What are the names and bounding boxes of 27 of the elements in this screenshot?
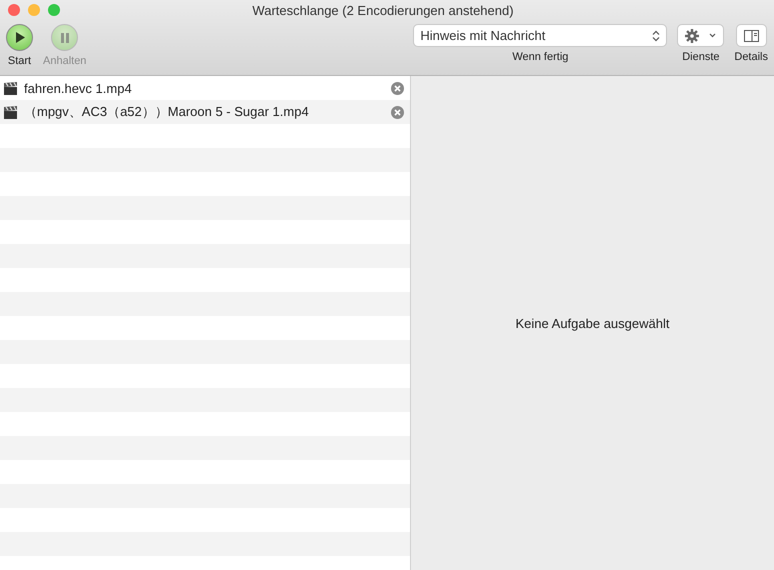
toolbar-label: Start	[8, 55, 32, 67]
chevron-icon	[709, 33, 716, 38]
close-icon	[394, 108, 401, 116]
toolbar-label: Anhalten	[43, 55, 86, 67]
stepper-icon	[652, 30, 660, 42]
start-button[interactable]	[6, 24, 33, 51]
window-title: Warteschlange (2 Encodierungen anstehend)	[252, 2, 515, 18]
services-menu-button[interactable]	[677, 24, 724, 47]
when-done-select[interactable]: Hinweis mit Nachricht	[413, 24, 668, 47]
sidebar-icon	[744, 30, 759, 42]
clapperboard-icon	[3, 82, 18, 94]
zoom-button[interactable]	[48, 4, 60, 16]
clapperboard-icon	[3, 106, 18, 118]
close-icon	[394, 84, 401, 92]
toolbar-label: Dienste	[682, 51, 720, 63]
toolbar-label: Details	[734, 51, 768, 63]
queue-item-name: fahren.hevc 1.mp4	[24, 80, 133, 96]
close-button[interactable]	[8, 4, 20, 16]
remove-button[interactable]	[391, 82, 404, 94]
empty-message: Keine Aufgabe ausgewählt	[516, 316, 670, 330]
queue-item-name: （mpgv、AC3（a52））Maroon 5 - Sugar 1.mp4	[24, 103, 310, 121]
play-icon	[14, 32, 24, 43]
gear-icon	[685, 28, 700, 42]
toolbar-label: Wenn fertig	[512, 51, 568, 63]
remove-button[interactable]	[391, 106, 404, 118]
details-button[interactable]	[736, 24, 767, 47]
pause-icon	[60, 32, 69, 42]
